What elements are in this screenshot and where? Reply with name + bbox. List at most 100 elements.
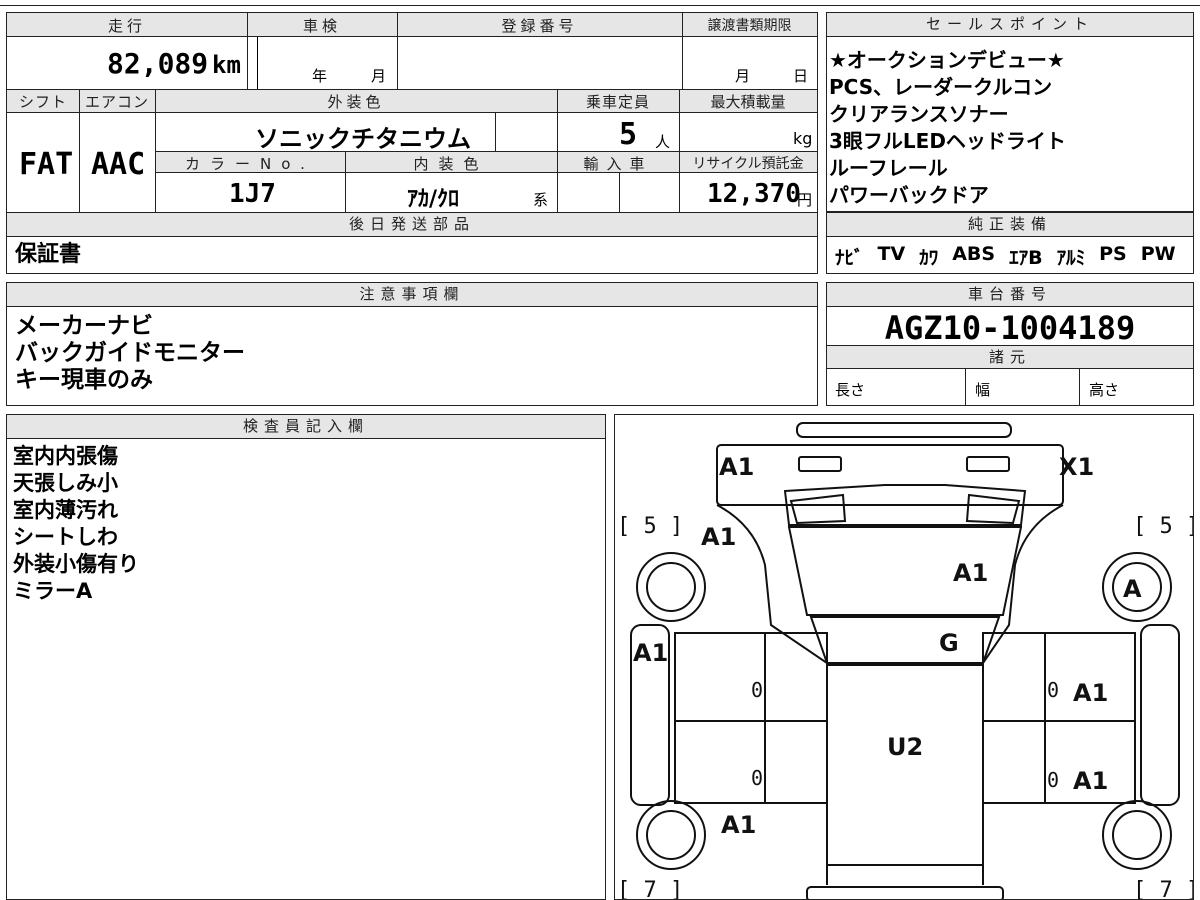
windshield-code: G [939,629,959,657]
recycle-unit: 円 [797,191,813,209]
door-rr-code: 0 [1047,768,1059,792]
right-sill-outline [1140,624,1180,806]
vehicle-info-table: 走行 車検 登録番号 譲渡書類期限 82,089 km 年 月 月 日 シフト … [6,12,818,214]
capacity-unit: 人 [655,133,671,151]
note-item: キー現車のみ [15,367,153,393]
sales-point-item: クリアランスソナー [829,102,1009,126]
front-panel-outline [716,444,1064,506]
doc-month-unit: 月 [735,67,751,85]
recycle-value: 12,370 [707,179,801,209]
equipment-item: TV [877,243,906,265]
chassis-value: AGZ10-1004189 [884,309,1136,347]
equipment-item: ｱﾙﾐ [1056,247,1086,269]
car-diagram: A1 X1 [ 5 ] [ 5 ] [ 7 ] [ 7 ] A1 A1 A G … [617,422,1194,900]
inspector-item: ミラーA [13,579,93,603]
later-parts-box: 後日発送部品 保証書 [6,212,818,274]
equipment-item: ｴｱB [1009,247,1043,269]
sales-point-item: パワーバックドア [829,183,989,207]
equipment-item: ABS [952,243,996,265]
max-load-label: 最大積載量 [710,93,786,111]
tread-rr: [ 7 ] [1133,878,1194,900]
aircon-label: エアコン [84,93,149,111]
equipment-box: 純正装備 ﾅﾋﾞ TV ｶﾜ ABS ｴｱB ｱﾙﾐ PS PW [826,212,1194,274]
inspector-item: シートしわ [13,525,118,549]
document-deadline-label: 譲渡書類期限 [707,18,792,34]
later-parts-value: 保証書 [15,242,82,267]
equipment-list: ﾅﾋﾞ TV ｶﾜ ABS ｴｱB ｱﾙﾐ PS PW [835,243,1176,270]
sales-point-item: ルーフレール [829,156,948,180]
windshield-outline [809,616,1001,664]
door-fl-outline [674,632,828,722]
shaken-year-unit: 年 [312,67,328,85]
interior-color-label: 内装色 [413,155,489,173]
equipment-item: ﾅﾋﾞ [835,247,864,269]
shaken-month-unit: 月 [371,67,387,85]
door-rl-code: 0 [751,766,763,790]
hood-code: A1 [953,559,988,587]
inspector-box: 検査員記入欄 室内内張傷 天張しみ小 室内薄汚れ シートしわ 外装小傷有り ミラ… [6,414,606,900]
equipment-item: ｶﾜ [919,247,939,269]
interior-color-value: ｱｶ/ｸﾛ [407,187,460,212]
registration-label: 登録番号 [501,17,578,35]
sales-point-item: PCS、レーダークルコン [829,75,1053,99]
spec-label: 諸元 [827,345,1193,369]
rear-bumper-outline [806,886,1004,899]
chassis-label: 車台番号 [827,283,1193,307]
equipment-item: PS [1099,243,1127,265]
note-item: バックガイドモニター [15,340,245,366]
interior-color-suffix: 系 [533,191,549,209]
wheel-fr-code: A [1123,575,1142,603]
door-fl-code: 0 [751,678,763,702]
notes-list: メーカーナビ バックガイドモニター キー現車のみ [15,313,245,394]
inspector-item: 室内薄汚れ [13,498,118,522]
recycle-label: リサイクル預託金 [692,156,804,172]
left-side-code: A1 [633,639,668,667]
sales-points-box: セールスポイント ★オークションデビュー★ PCS、レーダークルコン クリアラン… [826,12,1194,212]
sales-points-label: セールスポイント [827,13,1193,37]
inspector-label: 検査員記入欄 [7,415,605,439]
color-no-value: 1J7 [229,179,276,209]
headlight-right-outline [966,456,1010,472]
shaken-label: 車検 [302,17,341,35]
mileage-unit: km [212,51,241,79]
width-label: 幅 [975,381,991,399]
tread-fl: [ 5 ] [617,514,683,539]
shift-value: FAT [19,147,74,182]
capacity-value: 5 [619,117,638,152]
color-no-label: カラーNo. [185,155,315,173]
import-label: 輸入車 [583,155,653,173]
car-diagram-box: A1 X1 [ 5 ] [ 5 ] [ 7 ] [ 7 ] A1 A1 A G … [614,414,1194,900]
shift-label: シフト [18,93,67,111]
capacity-label: 乗車定員 [585,93,650,111]
equipment-label: 純正装備 [827,213,1193,237]
tread-fr: [ 5 ] [1133,514,1194,539]
door-rl-outline [674,720,828,804]
front-bumper-outline [796,422,1012,438]
chassis-box: 車台番号 AGZ10-1004189 諸元 長さ 幅 高さ [826,282,1194,406]
aircon-value: AAC [91,147,146,182]
inspector-item: 室内内張傷 [13,444,118,468]
sales-point-item: ★オークションデビュー★ [829,48,1065,72]
length-label: 長さ [835,381,866,399]
front-right-code: X1 [1059,453,1094,481]
roof-code: U2 [887,733,923,761]
door-fr-outline [982,632,1136,722]
right-front-door-code: A1 [1073,679,1108,707]
left-rear-code: A1 [721,811,756,839]
top-strip [0,0,1200,6]
notes-label: 注意事項欄 [7,283,817,307]
inspector-list: 室内内張傷 天張しみ小 室内薄汚れ シートしわ 外装小傷有り ミラーA [13,443,139,605]
equipment-item: PW [1140,243,1176,265]
sales-points-list: ★オークションデビュー★ PCS、レーダークルコン クリアランスソナー 3眼フル… [829,47,1066,209]
height-label: 高さ [1089,381,1120,399]
door-fr-code: 0 [1047,678,1059,702]
right-rear-door-code: A1 [1073,767,1108,795]
fender-left-code: A1 [701,523,736,551]
doc-day-unit: 日 [793,67,809,85]
exterior-color-label: 外装色 [327,93,385,111]
sales-point-item: 3眼フルLEDヘッドライト [829,129,1066,153]
max-load-unit: kg [793,129,813,148]
note-item: メーカーナビ [15,313,153,339]
mileage-label: 走行 [107,17,146,35]
roof-outline [826,664,984,866]
